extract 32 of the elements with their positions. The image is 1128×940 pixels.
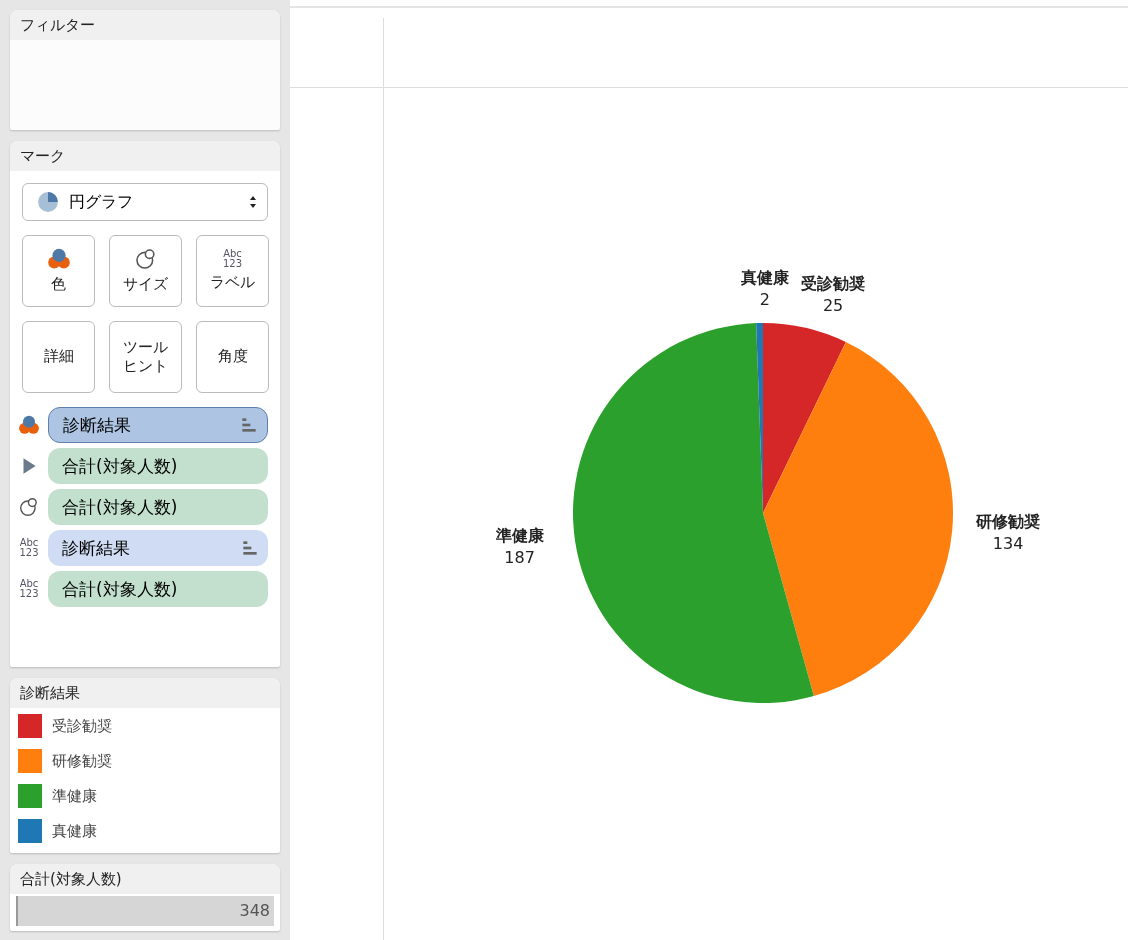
mark-property-button[interactable]: 色 xyxy=(22,235,95,307)
panel-title: フィルター xyxy=(10,10,280,40)
field-pill[interactable]: 合計(対象人数) xyxy=(48,489,268,525)
legend-title: 合計(対象人数) xyxy=(10,864,280,894)
size-icon xyxy=(18,496,40,518)
color-icon xyxy=(46,247,71,272)
marks-panel: マーク 円グラフ 色 サイズ Abc 123 ラベル 詳細 ツールヒント 角度 診断結果 合計(対象人数) 合計(対象人数) Abc 123 診断結果 Abc 123 合計(対象人数) xyxy=(10,141,280,667)
legend-label: 真健康 xyxy=(52,821,97,841)
mark-property-button[interactable]: Abc 123 ラベル xyxy=(196,235,269,307)
field-pill[interactable]: 合計(対象人数) xyxy=(48,571,268,607)
size-value: 348 xyxy=(239,901,270,920)
field-pill[interactable]: 診断結果 xyxy=(48,407,268,443)
mark-type-dropdown[interactable]: 円グラフ xyxy=(22,183,268,221)
slice-label: 研修勧奨 134 xyxy=(976,512,1041,554)
mark-property-button[interactable]: 詳細 xyxy=(22,321,95,393)
slice-label: 受診勧奨 25 xyxy=(801,273,866,315)
up-down-icon xyxy=(249,195,257,209)
pie-chart-icon xyxy=(37,191,59,213)
field-pill[interactable]: 診断結果 xyxy=(48,530,268,566)
color-icon xyxy=(18,414,40,436)
slice-label: 真健康 2 xyxy=(740,268,789,310)
legend-label: 準健康 xyxy=(52,786,97,806)
legend-label: 研修勧奨 xyxy=(52,751,112,771)
legend-label: 受診勧奨 xyxy=(52,716,112,736)
slice-label: 準健康 187 xyxy=(495,526,544,568)
panel-title: マーク xyxy=(10,141,280,171)
mark-property-button[interactable]: サイズ xyxy=(109,235,182,307)
legend-title: 診断結果 xyxy=(10,678,280,708)
mark-property-button[interactable]: 角度 xyxy=(196,321,269,393)
size-icon xyxy=(133,247,158,272)
mark-property-button[interactable]: ツールヒント xyxy=(109,321,182,393)
field-pill[interactable]: 合計(対象人数) xyxy=(48,448,268,484)
